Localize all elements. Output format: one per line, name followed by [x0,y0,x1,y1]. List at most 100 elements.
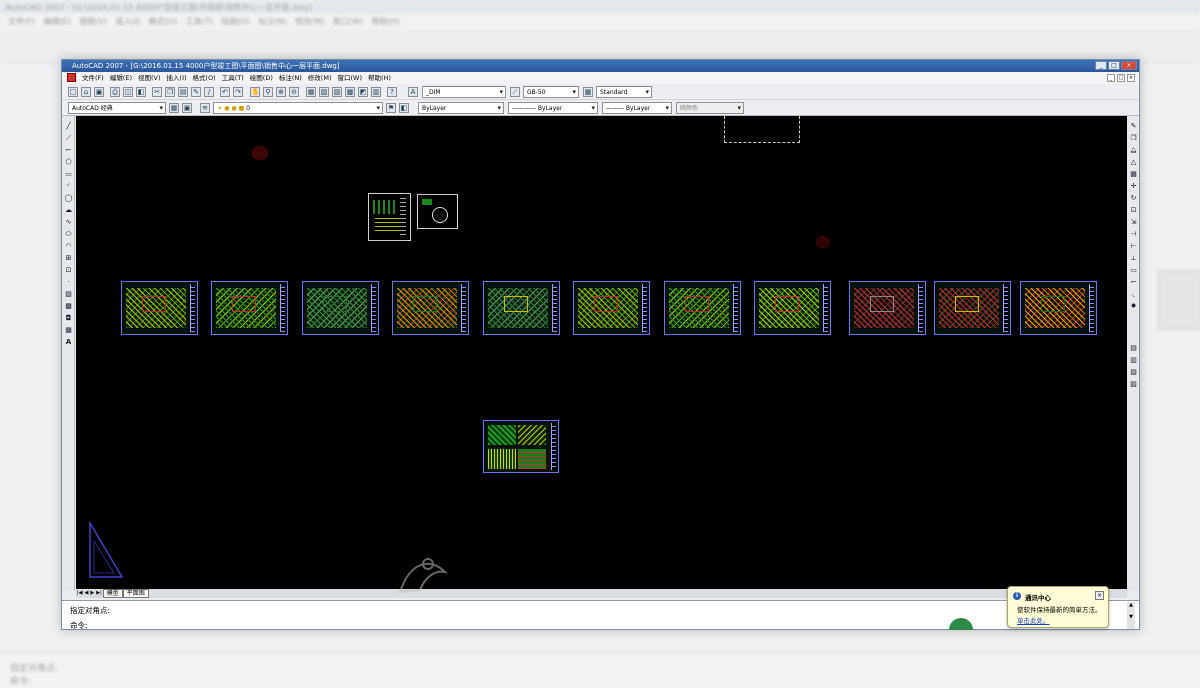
polyline-icon[interactable]: ⌐ [64,146,73,155]
preview-icon[interactable]: ◫ [123,87,133,97]
polygon-icon[interactable]: ⬠ [64,158,73,167]
plan-sheet[interactable] [211,281,288,335]
ellipse-arc-icon[interactable]: ◠ [64,242,73,251]
publish-icon[interactable]: ◧ [136,87,146,97]
menu-dimension[interactable]: 标注(N) [276,72,305,84]
plan-sheet[interactable] [573,281,650,335]
menu-edit[interactable]: 编辑(E) [107,72,135,84]
text-front-icon[interactable]: ▨ [1129,380,1138,389]
break-icon[interactable]: ⟂ [1129,254,1138,263]
markup-icon[interactable]: ◩ [358,87,368,97]
explode-icon[interactable]: ✸ [1129,302,1138,311]
table-style-icon[interactable]: ▦ [583,87,593,97]
join-icon[interactable]: ▭ [1129,266,1138,275]
pan-icon[interactable]: ✋ [250,87,260,97]
calculator-icon[interactable]: ▥ [371,87,381,97]
doc-restore-button[interactable]: □ [1117,74,1125,82]
bubble-close-button[interactable]: × [1095,591,1104,600]
doc-minimize-button[interactable]: _ [1107,74,1115,82]
linetype-select[interactable]: ———— ByLayer [508,102,598,114]
color-select[interactable]: ByLayer [418,102,504,114]
plan-sheet[interactable] [664,281,741,335]
plan-sheet-lower[interactable] [483,420,559,473]
move-icon[interactable]: ✛ [1129,182,1138,191]
bring-front-icon[interactable]: ▥ [1129,356,1138,365]
tab-model[interactable]: 模型 [102,589,123,598]
mirror-icon[interactable]: ⧋ [1129,146,1138,155]
layer-select[interactable]: ☀ ● ● ■ 0 [213,102,383,114]
copy-icon[interactable]: ❐ [165,87,175,97]
command-scrollbar[interactable]: ▲ ▼ [1127,602,1135,629]
multiline-text-icon[interactable]: A [64,338,73,347]
print-icon[interactable]: ⎙ [110,87,120,97]
plan-sheet[interactable] [392,281,469,335]
plan-sheet[interactable] [121,281,198,335]
extend-icon[interactable]: ⊢ [1129,242,1138,251]
doc-close-button[interactable]: × [1127,74,1135,82]
fillet-icon[interactable]: ◟ [1129,290,1138,299]
tab-last-button[interactable]: ▶| [95,589,103,598]
plan-sheet[interactable] [934,281,1011,335]
circle-icon[interactable]: ◯ [64,194,73,203]
spline-icon[interactable]: ∿ [64,218,73,227]
minimize-button[interactable]: _ [1095,61,1107,70]
maximize-button[interactable]: □ [1108,61,1120,70]
undo-icon[interactable]: ↶ [220,87,230,97]
stretch-icon[interactable]: ⇲ [1129,218,1138,227]
make-current-layer-icon[interactable]: ⚑ [386,103,396,113]
plan-sheet[interactable] [1020,281,1097,335]
tab-first-button[interactable]: |◀ [76,589,84,598]
table-style-select[interactable]: Standard [596,86,652,98]
menu-format[interactable]: 格式(O) [190,72,219,84]
table-icon[interactable]: ▦ [64,326,73,335]
menu-tools[interactable]: 工具(T) [219,72,247,84]
rectangle-icon[interactable]: ▭ [64,170,73,179]
rotate-icon[interactable]: ↻ [1129,194,1138,203]
menu-window[interactable]: 窗口(W) [334,72,365,84]
make-block-icon[interactable]: ⊡ [64,266,73,275]
detail-sheet-1[interactable] [368,193,411,241]
brush-icon[interactable]: / [204,87,214,97]
tab-plan[interactable]: 平面图 [122,589,149,598]
copy-object-icon[interactable]: ❐ [1129,134,1138,143]
erase-icon[interactable]: ✎ [1129,122,1138,131]
layer-previous-icon[interactable]: ◧ [399,103,409,113]
bubble-link[interactable]: 单击此处。 [1017,615,1050,625]
dim-style-icon[interactable]: ⟋ [510,87,520,97]
line-icon[interactable]: ╱ [64,122,73,131]
detail-sheet-2[interactable] [417,194,458,229]
construction-line-icon[interactable]: ⟋ [64,134,73,143]
hatch-icon[interactable]: ▨ [64,290,73,299]
layer-manager-icon[interactable]: ≋ [200,103,210,113]
text-style-icon[interactable]: A [408,87,418,97]
zoom-realtime-icon[interactable]: ⚲ [263,87,273,97]
command-window[interactable]: 指定对角点: 命令: [62,600,1139,629]
ellipse-icon[interactable]: ⬭ [64,230,73,239]
plotstyle-select[interactable]: 随颜色 [676,102,744,114]
revision-cloud-icon[interactable]: ☁ [64,206,73,215]
point-icon[interactable]: · [64,278,73,287]
tool-palette-icon[interactable]: ▨ [332,87,342,97]
workspace-save-icon[interactable]: ▣ [182,103,192,113]
sheet-set-icon[interactable]: ▩ [345,87,355,97]
plan-sheet[interactable] [483,281,560,335]
scale-icon[interactable]: ⊡ [1129,206,1138,215]
draworder-icon[interactable]: ▤ [1129,344,1138,353]
zoom-previous-icon[interactable]: ⊖ [289,87,299,97]
menu-insert[interactable]: 插入(I) [164,72,190,84]
help-icon[interactable]: ? [387,87,397,97]
plan-sheet[interactable] [849,281,926,335]
lineweight-select[interactable]: ——— ByLayer [602,102,672,114]
drawing-canvas[interactable] [76,116,1127,591]
command-line[interactable]: 命令: [70,620,88,629]
open-folder-icon[interactable]: ⌂ [81,87,91,97]
chamfer-icon[interactable]: ⌐ [1129,278,1138,287]
plan-sheet[interactable] [754,281,831,335]
menu-view[interactable]: 视图(V) [135,72,164,84]
trim-icon[interactable]: ⊣ [1129,230,1138,239]
insert-block-icon[interactable]: ⊞ [64,254,73,263]
properties-icon[interactable]: ▦ [306,87,316,97]
design-center-icon[interactable]: ▧ [319,87,329,97]
redo-icon[interactable]: ↷ [233,87,243,97]
zoom-window-icon[interactable]: ⊕ [276,87,286,97]
